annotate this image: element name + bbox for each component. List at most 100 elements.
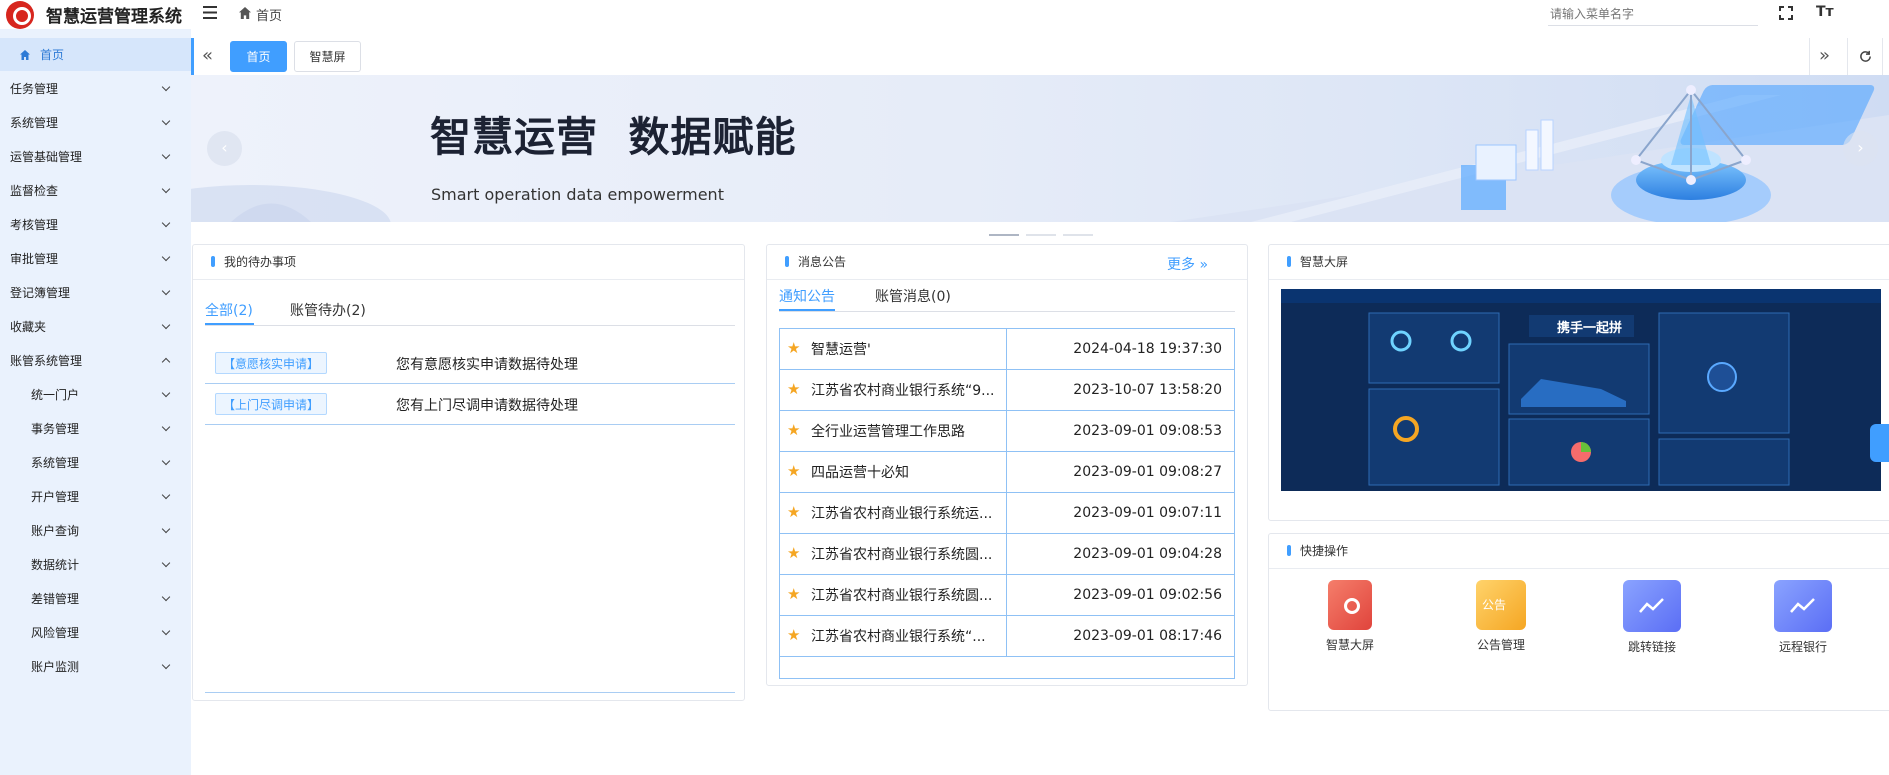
floating-side-button[interactable]: [1870, 424, 1889, 462]
sidebar-item-ops-basic[interactable]: 运管基础管理: [0, 139, 191, 173]
hamburger-icon[interactable]: [203, 6, 217, 19]
scroll-right-icon[interactable]: »: [1819, 45, 1830, 66]
tab-todo-all[interactable]: 全部(2): [205, 300, 253, 320]
announcement-badge: 公告: [1482, 598, 1507, 612]
sidebar-item-favorites[interactable]: 收藏夹: [0, 309, 191, 343]
sidebar-item-label: 登记簿管理: [10, 285, 71, 300]
sidebar-item-system[interactable]: 系统管理: [0, 105, 191, 139]
notice-date: 2023-10-07 13:58:20: [1073, 382, 1222, 398]
card-title: 快捷操作: [1287, 542, 1348, 559]
chart-glyph: [1790, 598, 1815, 613]
fullscreen-icon[interactable]: [1779, 6, 1793, 20]
chevron-down-icon: [161, 320, 171, 330]
notice-title: 江苏省农村商业银行系统“...: [780, 616, 1007, 656]
sidebar-item-label: 事务管理: [31, 421, 80, 436]
table-row[interactable]: ★ 江苏省农村商业银行系统圆... 2023-09-01 09:02:56: [780, 575, 1234, 616]
tab-account-msg[interactable]: 账管消息(0): [875, 286, 951, 306]
sidebar-item-task[interactable]: 任务管理: [0, 71, 191, 105]
todo-tag[interactable]: 【意愿核实申请】: [215, 352, 327, 374]
app-title: 智慧运营管理系统: [46, 7, 182, 27]
carousel-prev-button[interactable]: ‹: [207, 131, 242, 166]
divider: [1269, 279, 1889, 280]
sidebar-item-label: 账管系统管理: [10, 353, 83, 368]
table-row[interactable]: ★ 江苏省农村商业银行系统运... 2023-09-01 09:07:11: [780, 493, 1234, 534]
sidebar-item-account-system[interactable]: 账管系统管理: [0, 343, 191, 377]
logo-icon: [6, 0, 34, 29]
sidebar-subitem-statistics[interactable]: 数据统计: [0, 547, 191, 581]
top-bar: 首页 Tт: [191, 0, 1889, 27]
more-link[interactable]: 更多 »: [1167, 254, 1208, 274]
sidebar-subitem-risk[interactable]: 风险管理: [0, 615, 191, 649]
carousel-indicator[interactable]: [1026, 234, 1056, 236]
sidebar-item-approval[interactable]: 审批管理: [0, 241, 191, 275]
font-size-icon[interactable]: Tт: [1816, 4, 1834, 20]
sidebar-item-label: 审批管理: [10, 251, 59, 266]
sidebar-item-label: 账户查询: [31, 523, 80, 538]
tab-home[interactable]: 首页: [230, 41, 287, 72]
sidebar-subitem-portal[interactable]: 统一门户: [0, 377, 191, 411]
quick-action-announcement[interactable]: 公告 公告管理: [1441, 580, 1561, 653]
chevron-down-icon: [161, 184, 171, 194]
menu-search-input[interactable]: [1548, 2, 1758, 26]
card-title: 消息公告: [785, 253, 846, 270]
table-row[interactable]: ★ 智慧运营' 2024-04-18 19:37:30: [780, 329, 1234, 370]
table-row[interactable]: ★ 江苏省农村商业银行系统圆... 2023-09-01 09:04:28: [780, 534, 1234, 575]
todo-text[interactable]: 您有上门尽调申请数据待处理: [396, 395, 578, 415]
sidebar-item-register[interactable]: 登记簿管理: [0, 275, 191, 309]
breadcrumb[interactable]: 首页: [256, 5, 282, 24]
sidebar-subitem-affairs[interactable]: 事务管理: [0, 411, 191, 445]
notice-title: 全行业运营管理工作思路: [780, 411, 1007, 451]
chart-glyph: [1639, 598, 1664, 613]
table-row[interactable]: ★ 四品运营十必知 2023-09-01 09:08:27: [780, 452, 1234, 493]
sidebar-subitem-account-query[interactable]: 账户查询: [0, 513, 191, 547]
todo-card: 我的待办事项 全部(2) 账管待办(2) 【意愿核实申请】 您有意愿核实申请数据…: [192, 244, 745, 701]
sidebar-subitem-errors[interactable]: 差错管理: [0, 581, 191, 615]
notice-date: 2023-09-01 09:07:11: [1073, 505, 1222, 521]
card-title: 智慧大屏: [1287, 253, 1348, 270]
tabs-divider: [1882, 38, 1883, 75]
quick-action-jump-link[interactable]: 跳转链接: [1592, 580, 1712, 655]
divider: [779, 311, 1235, 312]
quick-action-big-screen[interactable]: 智慧大屏: [1290, 580, 1410, 653]
chevron-down-icon: [161, 218, 171, 228]
more-label: 更多: [1167, 257, 1195, 273]
divider: [205, 692, 735, 693]
refresh-icon[interactable]: [1859, 50, 1872, 63]
sidebar-item-supervision[interactable]: 监督检查: [0, 173, 191, 207]
tabs-divider: [1809, 38, 1810, 75]
tab-notice[interactable]: 通知公告: [779, 286, 835, 306]
carousel-indicator[interactable]: [989, 234, 1019, 236]
quick-action-remote-bank[interactable]: 远程银行: [1743, 580, 1863, 655]
smart-screen-preview[interactable]: 携手一起拼: [1281, 289, 1881, 491]
carousel-indicator[interactable]: [1063, 234, 1093, 236]
scroll-left-icon[interactable]: «: [202, 45, 213, 66]
todo-tag[interactable]: 【上门尽调申请】: [215, 393, 327, 415]
sidebar: 智慧运营管理系统 首页 任务管理 系统管理 运管基础管理 监督检查 考核管理 审…: [0, 0, 191, 775]
sidebar-item-home[interactable]: 首页: [0, 38, 191, 71]
notice-title: 江苏省农村商业银行系统圆...: [780, 575, 1007, 615]
jump-link-icon: [1623, 580, 1681, 632]
tab-todo-account[interactable]: 账管待办(2): [290, 300, 366, 320]
sidebar-item-label: 账户监测: [31, 659, 80, 674]
table-row[interactable]: ★ 江苏省农村商业银行系统“9... 2023-10-07 13:58:20: [780, 370, 1234, 411]
divider: [1269, 568, 1889, 569]
sidebar-subitem-monitor[interactable]: 账户监测: [0, 649, 191, 683]
notice-title: 江苏省农村商业银行系统圆...: [780, 534, 1007, 574]
notice-title: 江苏省农村商业银行系统“9...: [780, 370, 1007, 410]
tab-label: 智慧屏: [309, 50, 346, 64]
sidebar-item-assessment[interactable]: 考核管理: [0, 207, 191, 241]
table-row[interactable]: ★ 江苏省农村商业银行系统“... 2023-09-01 08:17:46: [780, 616, 1234, 657]
chevron-down-icon: [161, 422, 171, 432]
notice-date: 2024-04-18 19:37:30: [1073, 341, 1222, 357]
banner-title: 智慧运营 数据赋能: [430, 113, 797, 161]
tab-screen[interactable]: 智慧屏: [294, 41, 361, 72]
todo-text[interactable]: 您有意愿核实申请数据待处理: [396, 354, 578, 374]
notice-date: 2023-09-01 08:17:46: [1073, 628, 1222, 644]
sidebar-item-label: 系统管理: [31, 455, 80, 470]
carousel-next-button[interactable]: ›: [1843, 131, 1878, 166]
divider: [205, 383, 735, 384]
sidebar-subitem-system[interactable]: 系统管理: [0, 445, 191, 479]
sidebar-subitem-account-open[interactable]: 开户管理: [0, 479, 191, 513]
chevron-down-icon: [161, 388, 171, 398]
table-row[interactable]: ★ 全行业运营管理工作思路 2023-09-01 09:08:53: [780, 411, 1234, 452]
